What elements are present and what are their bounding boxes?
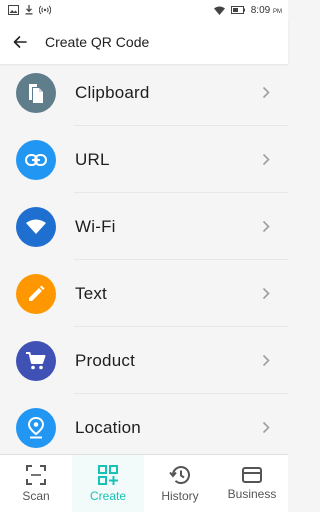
bottom-navigation: Scan Create History Business (0, 454, 288, 512)
status-left (8, 5, 51, 15)
list-item-label: Clipboard (75, 82, 150, 102)
nav-label: Scan (22, 488, 50, 503)
list-item-label: Location (75, 417, 141, 437)
create-type-list: Clipboard URL Wi-Fi Text Product Locatio… (0, 64, 288, 454)
list-item-label: URL (75, 149, 110, 169)
list-item-label: Product (75, 350, 135, 370)
list-item-url[interactable]: URL (0, 126, 288, 193)
download-notification-icon (25, 5, 33, 15)
link-icon (16, 139, 56, 180)
hotspot-icon (39, 5, 51, 15)
nav-business[interactable]: Business (216, 455, 288, 512)
list-item-location[interactable]: Location (0, 394, 288, 454)
page-title: Create QR Code (45, 34, 150, 50)
list-item-clipboard[interactable]: Clipboard (0, 64, 288, 126)
status-time: 8:09 PM (250, 4, 282, 16)
pencil-icon (16, 273, 56, 314)
location-icon (16, 407, 56, 448)
create-qr-icon (98, 464, 118, 485)
status-right: 8:09 PM (213, 4, 282, 16)
list-item-label: Text (75, 283, 107, 303)
arrow-back-icon (13, 36, 27, 48)
nav-label: History (161, 488, 199, 503)
chevron-right-icon (262, 287, 270, 300)
nav-history[interactable]: History (144, 455, 216, 512)
scan-icon (26, 464, 46, 485)
chevron-right-icon (262, 354, 270, 367)
list-item-product[interactable]: Product (0, 327, 288, 394)
status-bar: 8:09 PM (0, 0, 288, 20)
list-item-wifi[interactable]: Wi-Fi (0, 193, 288, 260)
nav-scan[interactable]: Scan (0, 455, 72, 512)
nav-label: Business (227, 486, 277, 501)
back-button[interactable] (0, 20, 40, 64)
history-icon (169, 465, 190, 484)
chevron-right-icon (262, 220, 270, 233)
list-item-label: Wi-Fi (75, 216, 116, 236)
wifi-signal-icon (213, 6, 225, 15)
gallery-notification-icon (8, 5, 19, 15)
nav-label: Create (89, 488, 127, 503)
business-card-icon (242, 466, 262, 483)
chevron-right-icon (262, 421, 270, 434)
chevron-right-icon (262, 86, 270, 99)
toolbar: Create QR Code (0, 20, 288, 64)
nav-create[interactable]: Create (72, 455, 144, 512)
chevron-right-icon (262, 153, 270, 166)
list-item-text[interactable]: Text (0, 260, 288, 327)
clipboard-icon (16, 72, 56, 113)
wifi-icon (16, 206, 56, 247)
battery-icon (230, 6, 245, 14)
cart-icon (16, 340, 56, 381)
